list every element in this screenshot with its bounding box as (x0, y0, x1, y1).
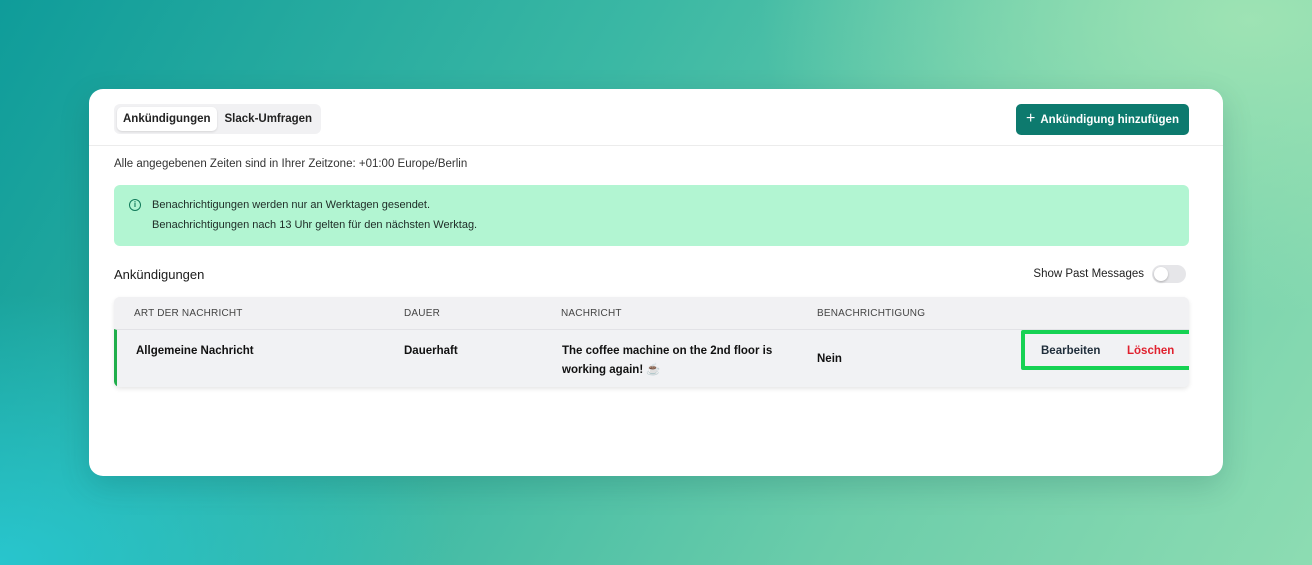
table-header: ART DER NACHRICHT DAUER NACHRICHT BENACH… (114, 297, 1189, 329)
tab-bar: Ankündigungen Slack-Umfragen (114, 104, 322, 134)
notice-line-1: Benachrichtigungen werden nur an Werktag… (152, 199, 431, 211)
cell-type: Allgemeine Nachricht (136, 345, 254, 357)
weekday-notice: i Benachrichtigungen werden nur an Werkt… (114, 185, 1189, 246)
show-past-messages: Show Past Messages (1033, 265, 1186, 283)
notice-line-2: Benachrichtigungen nach 13 Uhr gelten fü… (152, 219, 478, 231)
announcements-card: Ankündigungen Slack-Umfragen + Ankündigu… (89, 89, 1223, 476)
tab-slack-polls[interactable]: Slack-Umfragen (219, 107, 319, 131)
show-past-toggle[interactable] (1152, 265, 1186, 283)
cell-duration: Dauerhaft (404, 345, 458, 357)
column-header-duration: DAUER (404, 308, 441, 319)
timezone-note: Alle angegebenen Zeiten sind in Ihrer Ze… (114, 158, 468, 170)
header-divider (89, 145, 1223, 146)
column-header-message: NACHRICHT (561, 308, 622, 319)
cell-notification: Nein (817, 353, 842, 365)
column-header-notification: BENACHRICHTIGUNG (817, 308, 926, 319)
info-icon: i (129, 199, 141, 211)
toggle-knob (1154, 267, 1168, 281)
cell-message-line-1: The coffee machine on the 2nd floor is (562, 345, 773, 357)
row-actions-highlight: Bearbeiten Löschen (1021, 330, 1189, 370)
edit-button[interactable]: Bearbeiten (1041, 345, 1100, 357)
plus-icon: + (1026, 110, 1036, 127)
column-header-type: ART DER NACHRICHT (134, 308, 243, 319)
cell-message-line-2: working again! ☕ (562, 364, 661, 376)
add-announcement-button[interactable]: + Ankündigung hinzufügen (1016, 104, 1189, 135)
add-announcement-label: Ankündigung hinzufügen (1040, 113, 1179, 126)
show-past-label: Show Past Messages (1033, 268, 1144, 280)
section-title: Ankündigungen (114, 267, 205, 282)
delete-button[interactable]: Löschen (1127, 345, 1174, 357)
table-row: Allgemeine Nachricht Dauerhaft The coffe… (114, 329, 1189, 387)
announcements-table: ART DER NACHRICHT DAUER NACHRICHT BENACH… (114, 297, 1189, 387)
tab-announcements[interactable]: Ankündigungen (117, 107, 217, 131)
